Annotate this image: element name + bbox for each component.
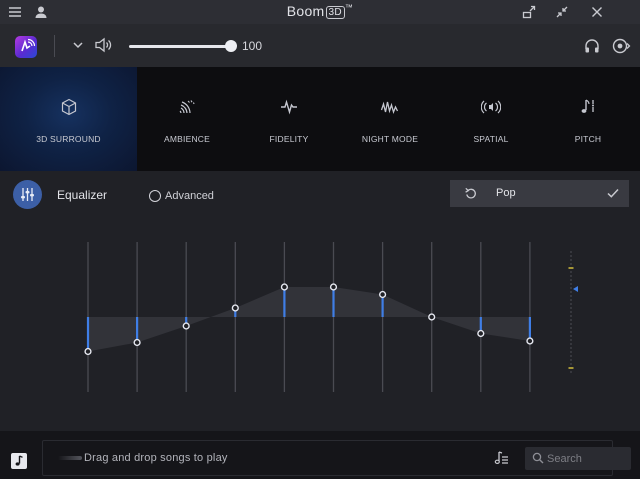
drop-zone-decoration — [58, 456, 82, 460]
title-bar: Boom 3D ™ — [0, 0, 640, 24]
eq-band-handle[interactable] — [182, 322, 190, 330]
music-note-icon — [578, 97, 598, 117]
effect-label: 3D SURROUND — [36, 134, 101, 144]
pulse-icon — [279, 97, 299, 117]
eq-band-handle[interactable] — [133, 338, 141, 347]
close-icon[interactable] — [589, 4, 605, 20]
effect-ambience[interactable]: AMBIENCE — [137, 67, 237, 171]
night-wave-icon — [380, 97, 400, 117]
compact-mode-icon[interactable] — [554, 4, 570, 20]
gain-indicator-arrow[interactable] — [573, 286, 578, 292]
effect-night-mode[interactable]: NIGHT MODE — [340, 67, 440, 171]
effects-bar: 3D SURROUND AMBIENCE FIDELITY NIGHT MODE… — [0, 67, 640, 171]
speaker-volume-icon[interactable] — [94, 36, 114, 54]
effect-pitch[interactable]: PITCH — [538, 67, 638, 171]
cube-icon — [59, 97, 79, 117]
reset-undo-icon[interactable] — [464, 186, 478, 200]
search-box[interactable] — [525, 447, 631, 470]
search-input[interactable] — [547, 450, 627, 467]
eq-band-handle[interactable] — [477, 329, 485, 338]
eq-band-handle[interactable] — [526, 337, 534, 345]
preset-selector[interactable]: Pop — [450, 180, 629, 207]
preset-name: Pop — [496, 187, 516, 199]
toolbar-divider — [54, 35, 55, 57]
eq-band-handle[interactable] — [379, 290, 387, 299]
headphones-icon[interactable] — [583, 37, 601, 55]
volume-slider-track[interactable] — [129, 45, 230, 48]
eq-band-handle[interactable] — [329, 283, 338, 291]
effect-label: FIDELITY — [269, 134, 309, 144]
spatial-speaker-icon — [481, 97, 501, 117]
volume-bar: 100 — [0, 24, 640, 67]
drop-zone-text: Drag and drop songs to play — [84, 452, 228, 464]
advanced-label[interactable]: Advanced — [165, 190, 214, 202]
effect-label: SPATIAL — [473, 134, 509, 144]
eq-band-handle[interactable] — [428, 313, 436, 321]
effect-fidelity[interactable]: FIDELITY — [239, 67, 339, 171]
equalizer-toggle-icon[interactable] — [13, 180, 42, 209]
eq-band-handle[interactable] — [84, 347, 92, 356]
volume-slider-thumb[interactable] — [225, 40, 237, 52]
playlist-icon[interactable] — [493, 450, 509, 466]
boom-logo-icon[interactable] — [15, 36, 37, 58]
equalizer-graph[interactable] — [0, 220, 640, 410]
chevron-down-icon[interactable] — [71, 38, 85, 52]
effect-label: AMBIENCE — [164, 134, 210, 144]
app-title-trademark: ™ — [344, 3, 354, 12]
checkmark-icon[interactable] — [606, 186, 620, 200]
effect-3d-surround[interactable]: 3D SURROUND — [0, 67, 137, 171]
ambience-waves-icon — [177, 97, 197, 117]
eq-band-handle[interactable] — [280, 283, 289, 291]
mini-player-icon[interactable] — [521, 4, 537, 20]
app-title-text: Boom — [286, 3, 325, 19]
output-device-icon[interactable] — [611, 37, 631, 55]
app-title: Boom 3D ™ — [0, 3, 640, 19]
eq-band-handle[interactable] — [231, 304, 239, 312]
search-icon — [532, 452, 544, 464]
advanced-radio[interactable] — [149, 190, 161, 202]
effect-spatial[interactable]: SPATIAL — [441, 67, 541, 171]
music-library-icon[interactable] — [11, 453, 27, 469]
volume-value: 100 — [242, 39, 263, 53]
app-title-badge: 3D — [325, 6, 345, 19]
equalizer-title: Equalizer — [57, 188, 108, 202]
eq-curve-area — [88, 287, 530, 352]
effect-label: PITCH — [574, 134, 602, 144]
effect-label: NIGHT MODE — [361, 134, 419, 144]
